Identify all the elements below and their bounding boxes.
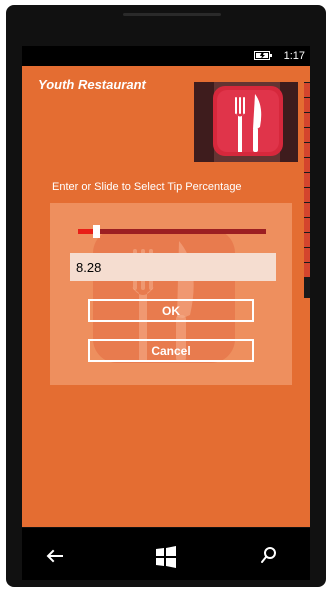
tip-percentage-input[interactable] [70, 253, 276, 281]
restaurant-hero-image [194, 82, 298, 162]
speaker-grille [123, 13, 221, 16]
orange-edge-strip [304, 82, 310, 298]
ok-button[interactable]: OK [88, 299, 254, 322]
tip-percentage-slider[interactable] [78, 223, 266, 239]
slider-track [78, 229, 266, 234]
tip-percentage-prompt: Enter or Slide to Select Tip Percentage [52, 181, 242, 193]
fork-knife-icon [194, 82, 298, 162]
status-time: 1:17 [283, 50, 305, 62]
phone-screen: 1:17 Youth Restaurant Enter or Slide to … [22, 46, 310, 527]
battery-charging-icon [254, 51, 272, 60]
windows-start-icon[interactable] [155, 546, 177, 568]
restaurant-tip-page: Youth Restaurant Enter or Slide to Selec… [22, 66, 310, 527]
status-bar: 1:17 [22, 46, 310, 66]
cancel-button[interactable]: Cancel [88, 339, 254, 362]
tip-entry-dialog: OK Cancel [50, 203, 292, 385]
phone-navigation-bar [22, 528, 310, 580]
app-title: Youth Restaurant [38, 77, 146, 92]
search-icon[interactable] [260, 546, 278, 564]
slider-thumb[interactable] [93, 225, 101, 238]
back-arrow-icon[interactable] [46, 549, 64, 563]
